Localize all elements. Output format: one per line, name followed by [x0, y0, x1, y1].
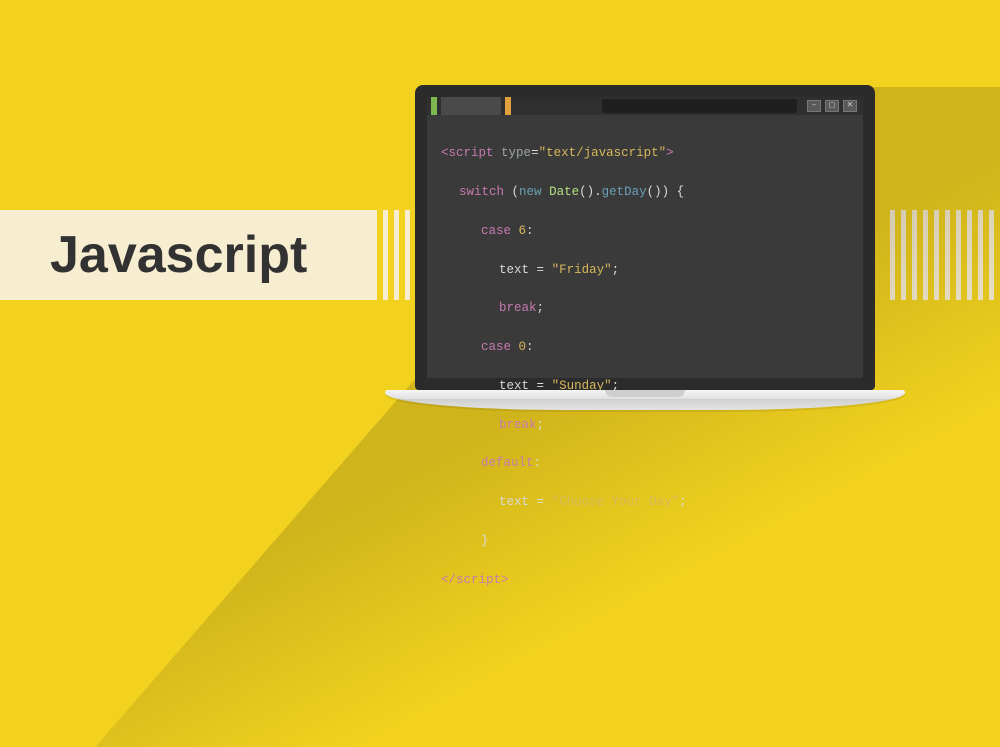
code-line: text = "Friday";	[441, 261, 849, 280]
code-block: <script type="text/javascript"> switch (…	[427, 115, 863, 629]
laptop-illustration: – ◻ ✕ <script type="text/javascript"> sw…	[415, 85, 875, 425]
window-controls: – ◻ ✕	[807, 100, 857, 112]
minimize-icon: –	[807, 100, 821, 112]
decorative-stripes-right	[890, 210, 1000, 300]
code-line: </script>	[441, 571, 849, 590]
code-line: case 0:	[441, 338, 849, 357]
maximize-icon: ◻	[825, 100, 839, 112]
tab-accent-green	[431, 97, 437, 115]
editor-tab	[441, 97, 501, 115]
screen-bezel: – ◻ ✕ <script type="text/javascript"> sw…	[415, 85, 875, 390]
code-line: <script type="text/javascript">	[441, 144, 849, 163]
page-title: Javascript	[50, 225, 307, 285]
code-line: text = "Choose Your Day";	[441, 493, 849, 512]
code-line: default:	[441, 454, 849, 473]
code-editor-screen: – ◻ ✕ <script type="text/javascript"> sw…	[427, 97, 863, 378]
code-line: break;	[441, 299, 849, 318]
code-line: break;	[441, 416, 849, 435]
title-banner: Javascript	[0, 210, 375, 300]
close-icon: ✕	[843, 100, 857, 112]
address-bar	[602, 99, 797, 113]
code-line: }	[441, 532, 849, 551]
tab-accent-orange	[505, 97, 511, 115]
code-line: case 6:	[441, 222, 849, 241]
code-line: switch (new Date().getDay()) {	[441, 183, 849, 202]
editor-titlebar: – ◻ ✕	[427, 97, 863, 115]
